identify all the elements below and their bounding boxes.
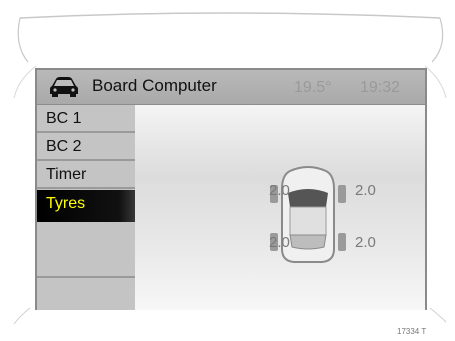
outside-temperature: 19.5° — [294, 79, 332, 96]
menu-item-bc2[interactable]: BC 2 — [37, 133, 135, 161]
display-header: Board Computer 19.5° 19:32 — [37, 70, 425, 105]
figure-reference: 17334 T — [397, 327, 427, 336]
clock: 19:32 — [360, 79, 401, 96]
tyre-front-right-pressure: 2.0 — [355, 182, 376, 199]
menu-item-timer[interactable]: Timer — [37, 161, 135, 189]
menu-item-tyres[interactable]: Tyres — [37, 190, 147, 222]
tyre-front-left-pressure: 2.0 — [269, 182, 290, 199]
car-icon — [50, 77, 78, 97]
menu-item-empty-2[interactable] — [37, 278, 135, 310]
tyre-rear-left-pressure: 2.0 — [269, 234, 290, 251]
menu-item-empty-1[interactable] — [37, 222, 135, 278]
menu-item-bc1[interactable]: BC 1 — [37, 105, 135, 133]
tyre-rear-right-pressure: 2.0 — [355, 234, 376, 251]
display-title: Board Computer — [92, 76, 217, 95]
menu-list: BC 1 BC 2 Timer Tyres — [37, 105, 147, 310]
